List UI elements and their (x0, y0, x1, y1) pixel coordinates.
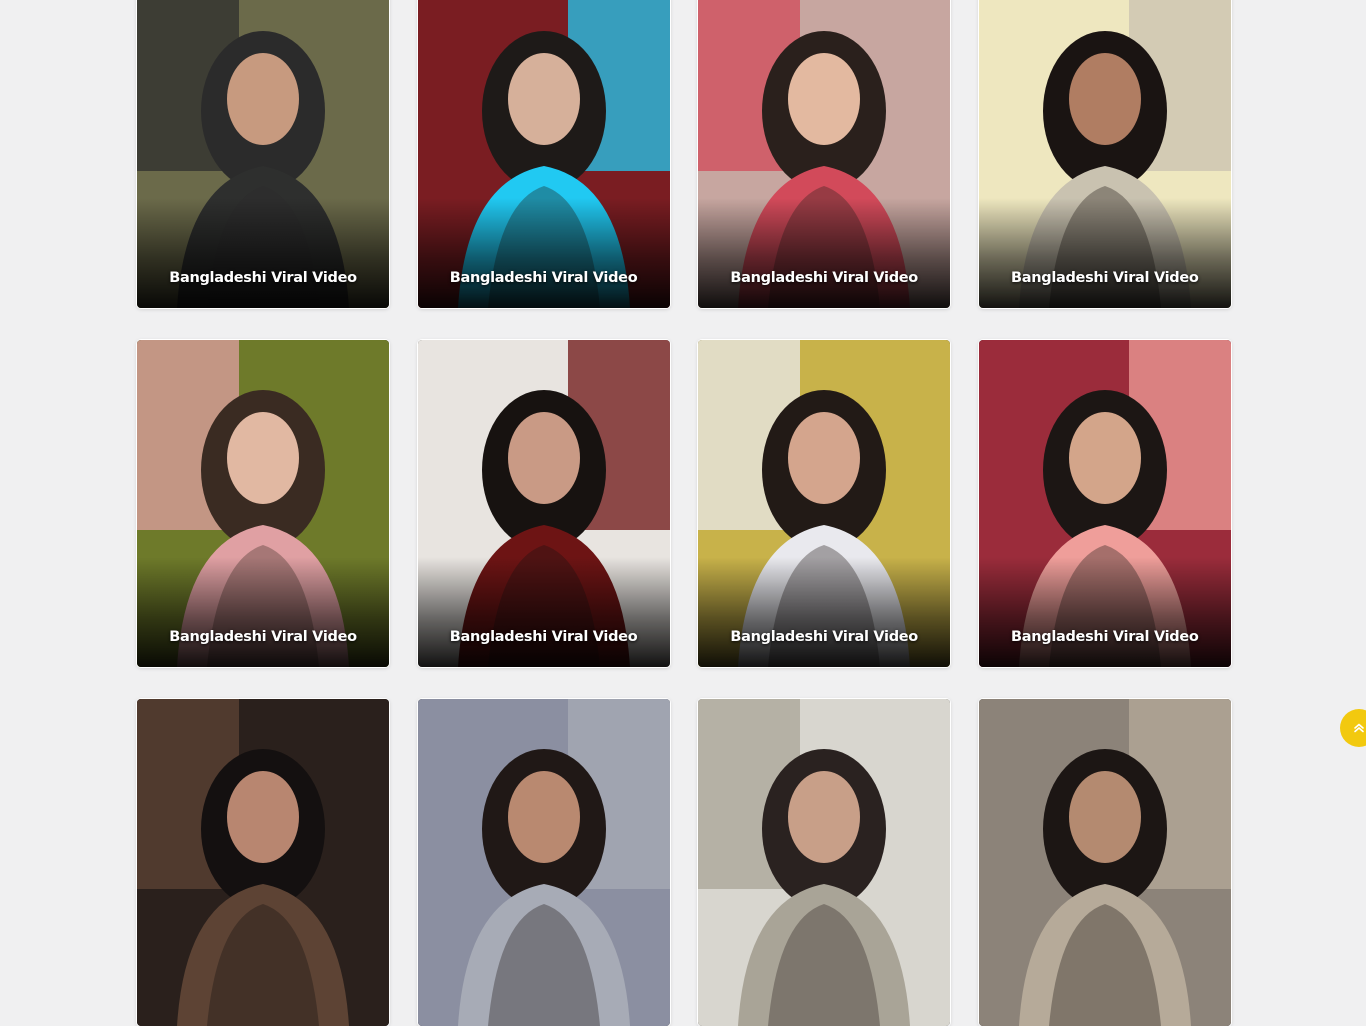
video-card[interactable]: Bangladeshi Viral Video (137, 340, 389, 667)
video-thumbnail[interactable] (698, 699, 951, 1026)
video-title[interactable]: Bangladeshi Viral Video (979, 270, 1231, 286)
video-thumbnail[interactable] (137, 699, 389, 1026)
video-thumbnail[interactable] (978, 699, 1231, 1026)
video-card[interactable]: Bangladeshi Viral Video (698, 340, 951, 667)
video-card[interactable] (698, 699, 951, 1026)
thumbnail-image (417, 699, 670, 1026)
thumbnail-gradient (698, 557, 951, 667)
double-chevron-up-icon (1353, 719, 1365, 738)
video-card[interactable] (137, 699, 389, 1026)
video-card[interactable]: Bangladeshi Viral Video (978, 0, 1231, 308)
video-title[interactable]: Bangladeshi Viral Video (979, 629, 1231, 645)
video-card[interactable]: Bangladeshi Viral Video (417, 0, 670, 308)
thumbnail-gradient (417, 198, 670, 308)
thumbnail-image (137, 699, 389, 1026)
video-card[interactable]: Bangladeshi Viral Video (698, 0, 951, 308)
thumbnail-gradient (978, 557, 1231, 667)
thumbnail-image (978, 699, 1231, 1026)
video-card[interactable]: Bangladeshi Viral Video (137, 0, 389, 308)
video-card[interactable]: Bangladeshi Viral Video (978, 340, 1231, 667)
thumbnail-gradient (137, 198, 389, 308)
thumbnail-image (698, 699, 951, 1026)
video-thumbnail[interactable] (417, 699, 670, 1026)
video-card[interactable] (417, 699, 670, 1026)
scroll-to-top-button[interactable] (1340, 709, 1366, 747)
thumbnail-gradient (137, 557, 389, 667)
video-title[interactable]: Bangladeshi Viral Video (698, 629, 950, 645)
video-title[interactable]: Bangladeshi Viral Video (418, 629, 670, 645)
video-card[interactable]: Bangladeshi Viral Video (417, 340, 670, 667)
video-title[interactable]: Bangladeshi Viral Video (137, 270, 389, 286)
video-title[interactable]: Bangladeshi Viral Video (698, 270, 950, 286)
video-title[interactable]: Bangladeshi Viral Video (137, 629, 389, 645)
thumbnail-gradient (698, 198, 951, 308)
video-card[interactable] (978, 699, 1231, 1026)
thumbnail-gradient (417, 557, 670, 667)
video-title[interactable]: Bangladeshi Viral Video (418, 270, 670, 286)
thumbnail-gradient (978, 198, 1231, 308)
video-grid: Bangladeshi Viral Video Bangladeshi Vira… (137, 0, 1231, 1026)
